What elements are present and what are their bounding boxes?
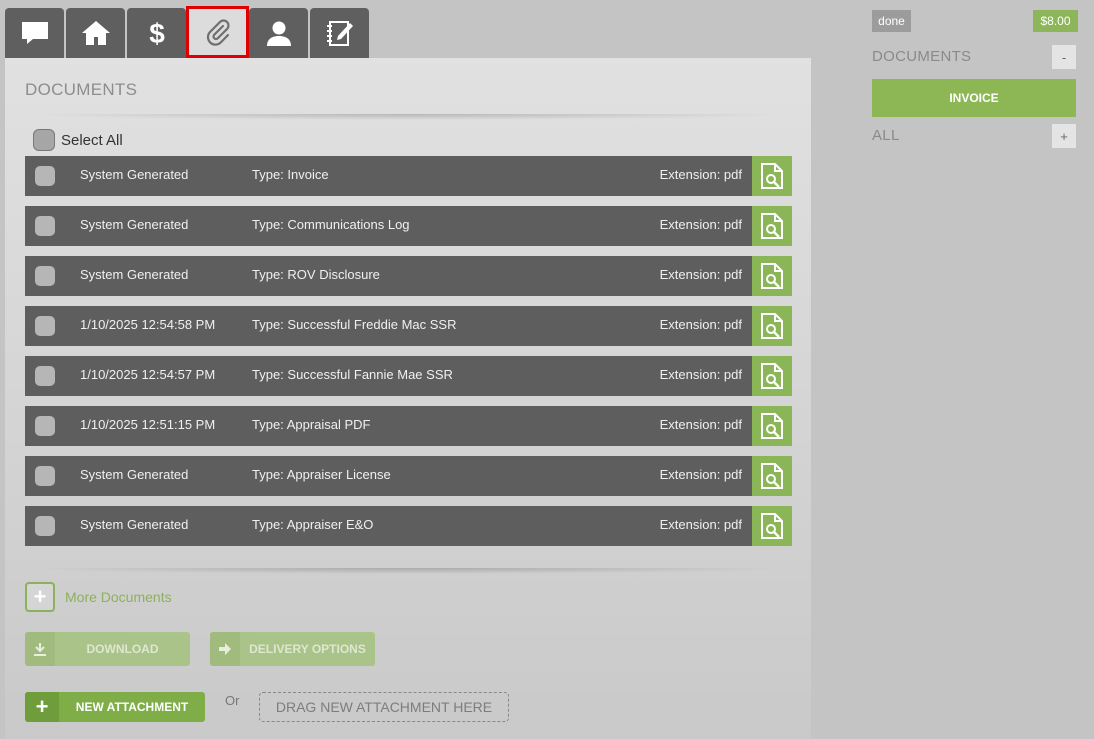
more-documents-button[interactable]: + More Documents <box>25 582 172 612</box>
document-row: System Generated Type: Invoice Extension: … <box>25 156 792 196</box>
document-type: Type: Appraiser License <box>252 467 391 482</box>
notebook-pen-icon <box>326 21 353 46</box>
user-icon <box>266 21 291 46</box>
download-button[interactable]: DOWNLOAD <box>25 632 190 666</box>
document-search-icon <box>759 262 785 290</box>
select-all[interactable]: Select All <box>33 129 123 151</box>
delivery-options-button[interactable]: DELIVERY OPTIONS <box>210 632 375 666</box>
document-date: System Generated <box>80 217 189 232</box>
document-row: System Generated Type: ROV Disclosure Exte… <box>25 256 792 296</box>
document-date: System Generated <box>80 467 189 482</box>
document-row: System Generated Type: Communications Log… <box>25 206 792 246</box>
new-attachment-button[interactable]: + NEW ATTACHMENT <box>25 692 205 722</box>
document-search-icon <box>759 512 785 540</box>
document-type: Type: Appraisal PDF <box>252 417 371 432</box>
download-icon <box>25 632 55 666</box>
view-document-button[interactable] <box>752 456 792 496</box>
document-row: 1/10/2025 12:51:15 PM Type: Appraisal PDF… <box>25 406 792 446</box>
document-type: Type: Appraiser E&O <box>252 517 374 532</box>
new-attachment-label: NEW ATTACHMENT <box>75 700 189 714</box>
select-all-label: Select All <box>61 131 123 149</box>
document-search-icon <box>759 362 785 390</box>
row-checkbox[interactable] <box>35 516 55 536</box>
plus-icon: + <box>25 582 55 612</box>
document-date: System Generated <box>80 267 189 282</box>
sidebar-documents-label: DOCUMENTS <box>872 48 972 65</box>
document-search-icon <box>759 312 785 340</box>
document-date: 1/10/2025 12:51:15 PM <box>80 417 216 432</box>
document-row: 1/10/2025 12:54:57 PM Type: Successful Fa… <box>25 356 792 396</box>
tab-messages[interactable] <box>5 8 64 58</box>
document-type: Type: Communications Log <box>252 217 410 232</box>
row-checkbox[interactable] <box>35 216 55 236</box>
page-title: DOCUMENTS <box>25 80 138 99</box>
document-extension: Extension: pdf <box>659 367 742 382</box>
row-checkbox[interactable] <box>35 366 55 386</box>
document-date: System Generated <box>80 167 189 182</box>
price-badge: $8.00 <box>1033 10 1078 32</box>
select-all-checkbox[interactable] <box>33 129 55 151</box>
document-extension: Extension: pdf <box>659 217 742 232</box>
document-row: 1/10/2025 12:54:58 PM Type: Successful Fr… <box>25 306 792 346</box>
document-row: System Generated Type: Appraiser E&O Exten… <box>25 506 792 546</box>
document-extension: Extension: pdf <box>659 167 742 182</box>
row-checkbox[interactable] <box>35 466 55 486</box>
document-extension: Extension: pdf <box>659 417 742 432</box>
more-documents-label: More Documents <box>65 589 172 605</box>
invoice-button[interactable]: INVOICE <box>872 79 1076 117</box>
or-label: Or <box>225 693 240 708</box>
row-checkbox[interactable] <box>35 316 55 336</box>
active-tab-highlight <box>186 6 249 58</box>
tab-notes[interactable] <box>310 8 369 58</box>
row-checkbox[interactable] <box>35 416 55 436</box>
view-document-button[interactable] <box>752 356 792 396</box>
home-icon <box>81 21 110 45</box>
document-date: 1/10/2025 12:54:58 PM <box>80 317 216 332</box>
view-document-button[interactable] <box>752 156 792 196</box>
document-search-icon <box>759 212 785 240</box>
view-document-button[interactable] <box>752 306 792 346</box>
tab-contacts[interactable] <box>249 8 308 58</box>
drop-zone[interactable]: DRAG NEW ATTACHMENT HERE <box>259 692 509 722</box>
view-document-button[interactable] <box>752 506 792 546</box>
document-type: Type: Invoice <box>252 167 329 182</box>
row-checkbox[interactable] <box>35 266 55 286</box>
document-type: Type: Successful Fannie Mae SSR <box>252 367 453 382</box>
svg-text:$: $ <box>149 18 165 49</box>
tab-home[interactable] <box>66 8 125 58</box>
collapse-documents-button[interactable]: - <box>1052 45 1076 69</box>
dollar-icon: $ <box>149 18 165 49</box>
document-extension: Extension: pdf <box>659 517 742 532</box>
view-document-button[interactable] <box>752 256 792 296</box>
arrow-right-icon <box>210 632 240 666</box>
divider <box>25 568 792 574</box>
expand-all-button[interactable]: + <box>1052 124 1076 148</box>
document-row: System Generated Type: Appraiser License E… <box>25 456 792 496</box>
view-document-button[interactable] <box>752 206 792 246</box>
row-checkbox[interactable] <box>35 166 55 186</box>
sidebar-all-label: ALL <box>872 127 900 144</box>
download-label: DOWNLOAD <box>86 642 159 656</box>
tab-billing[interactable]: $ <box>127 8 186 58</box>
document-extension: Extension: pdf <box>659 467 742 482</box>
document-extension: Extension: pdf <box>659 317 742 332</box>
plus-icon: + <box>25 692 59 722</box>
document-date: System Generated <box>80 517 189 532</box>
document-search-icon <box>759 462 785 490</box>
document-date: 1/10/2025 12:54:57 PM <box>80 367 216 382</box>
document-search-icon <box>759 412 785 440</box>
document-search-icon <box>759 162 785 190</box>
chat-bubble-icon <box>21 22 48 44</box>
document-type: Type: ROV Disclosure <box>252 267 380 282</box>
documents-panel: DOCUMENTS Select All System Generated Typ… <box>5 58 811 739</box>
view-document-button[interactable] <box>752 406 792 446</box>
document-type: Type: Successful Freddie Mac SSR <box>252 317 457 332</box>
status-badge: done <box>872 10 911 32</box>
divider <box>25 114 792 120</box>
document-extension: Extension: pdf <box>659 267 742 282</box>
delivery-options-label: DELIVERY OPTIONS <box>249 642 366 656</box>
